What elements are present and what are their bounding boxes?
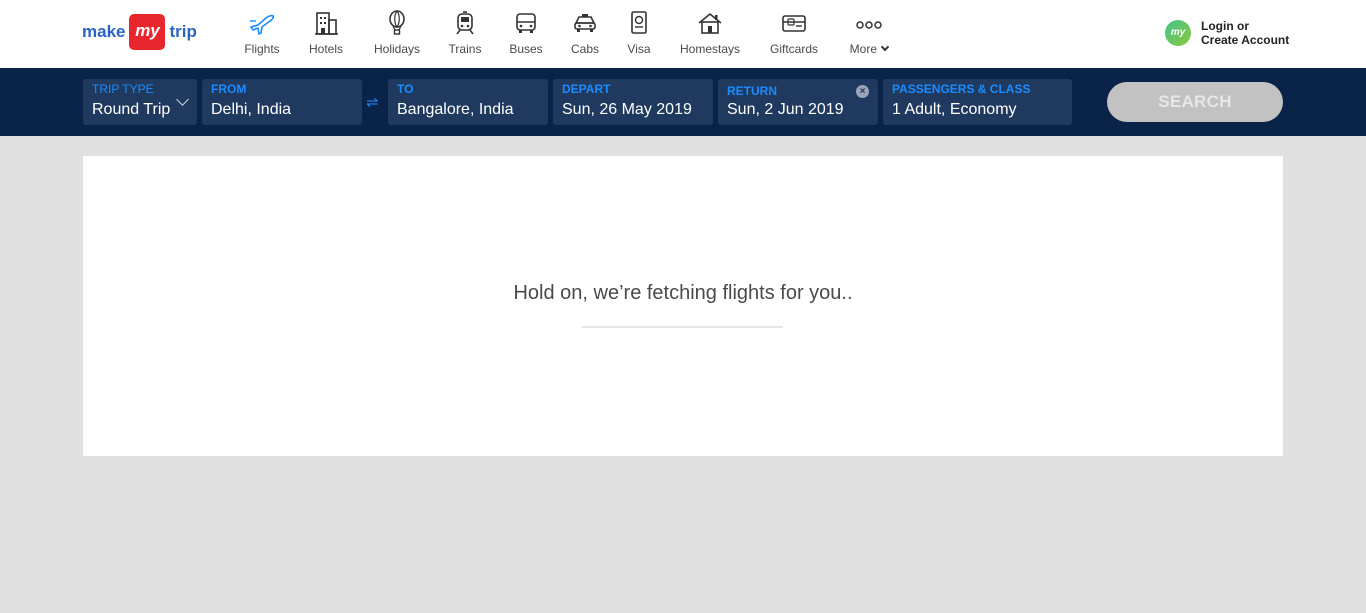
- nav-item-holidays[interactable]: Holidays: [371, 10, 423, 56]
- passengers-value: 1 Adult, Economy: [892, 101, 1017, 118]
- nav-item-cabs[interactable]: Cabs: [570, 10, 600, 56]
- search-button[interactable]: SEARCH: [1107, 82, 1283, 122]
- nav-label: Visa: [627, 42, 651, 56]
- nav-label: Homestays: [679, 42, 741, 56]
- logo-make-text: make: [82, 22, 126, 41]
- nav-more-label: More: [849, 42, 877, 56]
- airplane-icon: [250, 14, 275, 35]
- nav-item-giftcards[interactable]: Giftcards: [768, 10, 820, 56]
- passengers-label: PASSENGERS & CLASS: [892, 82, 1031, 96]
- passengers-class-field[interactable]: PASSENGERS & CLASS 1 Adult, Economy: [883, 79, 1072, 125]
- nav-item-trains[interactable]: Trains: [446, 10, 484, 56]
- to-city-field[interactable]: TO Bangalore, India: [388, 79, 548, 125]
- from-city-field[interactable]: FROM Delhi, India: [202, 79, 362, 125]
- loading-message: Hold on, we’re fetching flights for you.…: [513, 282, 853, 304]
- more-dots-icon: [856, 21, 882, 29]
- nav-item-visa[interactable]: Visa: [624, 10, 654, 56]
- search-widget: TRIP TYPE Round Trip FROM Delhi, India ⇌…: [0, 68, 1366, 136]
- chevron-down-icon: [881, 42, 890, 52]
- login-line1: Login or: [1201, 19, 1249, 33]
- trip-type-field[interactable]: TRIP TYPE Round Trip: [83, 79, 197, 125]
- return-value: Sun, 2 Jun 2019: [727, 101, 844, 118]
- nav-label: Flights: [244, 42, 280, 56]
- makemytrip-logo[interactable]: make my trip: [82, 14, 197, 50]
- nav-label: Buses: [509, 42, 543, 56]
- from-value: Delhi, India: [211, 101, 292, 118]
- nav-label: Trains: [448, 42, 482, 56]
- to-value: Bangalore, India: [397, 101, 514, 118]
- depart-value: Sun, 26 May 2019: [562, 101, 692, 118]
- nav-label: More: [849, 42, 890, 56]
- top-header: make my trip Flights Hotels Holidays Tra…: [0, 0, 1366, 68]
- logo-my-badge: my: [129, 14, 166, 50]
- login-line2: Create Account: [1201, 33, 1290, 47]
- login-button[interactable]: my Login or Create Account: [1165, 19, 1289, 47]
- bus-icon: [516, 13, 536, 33]
- trip-type-label: TRIP TYPE: [92, 82, 154, 96]
- nav-label: Holidays: [373, 42, 421, 56]
- nav-item-hotels[interactable]: Hotels: [306, 10, 346, 56]
- nav-label: Cabs: [570, 42, 599, 56]
- nav-label: Giftcards: [769, 42, 818, 56]
- giftcard-icon: [782, 15, 806, 32]
- car-icon: [574, 14, 596, 32]
- nav-label: Hotels: [308, 42, 343, 56]
- clear-return-icon[interactable]: ×: [856, 85, 869, 98]
- passport-icon: [631, 11, 647, 34]
- trip-type-value: Round Trip: [92, 101, 171, 118]
- nav-item-homestays[interactable]: Homestays: [680, 10, 740, 56]
- user-avatar-icon: my: [1165, 20, 1191, 46]
- hotel-building-icon: [315, 12, 338, 35]
- nav-item-flights[interactable]: Flights: [242, 10, 282, 56]
- hot-air-balloon-icon: [389, 10, 405, 35]
- return-date-field[interactable]: RETURN Sun, 2 Jun 2019 ×: [718, 79, 878, 125]
- to-label: TO: [397, 82, 414, 96]
- depart-label: DEPART: [562, 82, 611, 96]
- results-loading-panel: Hold on, we’re fetching flights for you.…: [83, 156, 1283, 456]
- house-icon: [698, 12, 722, 34]
- return-label: RETURN: [727, 84, 777, 98]
- login-text: Login or Create Account: [1201, 19, 1289, 47]
- loading-progress-bar: [582, 326, 783, 328]
- train-icon: [456, 11, 474, 35]
- from-label: FROM: [211, 82, 247, 96]
- logo-trip-text: trip: [169, 22, 197, 41]
- nav-item-buses[interactable]: Buses: [508, 10, 544, 56]
- nav-item-more[interactable]: More: [846, 10, 892, 56]
- depart-date-field[interactable]: DEPART Sun, 26 May 2019: [553, 79, 713, 125]
- swap-cities-icon[interactable]: ⇌: [366, 93, 379, 111]
